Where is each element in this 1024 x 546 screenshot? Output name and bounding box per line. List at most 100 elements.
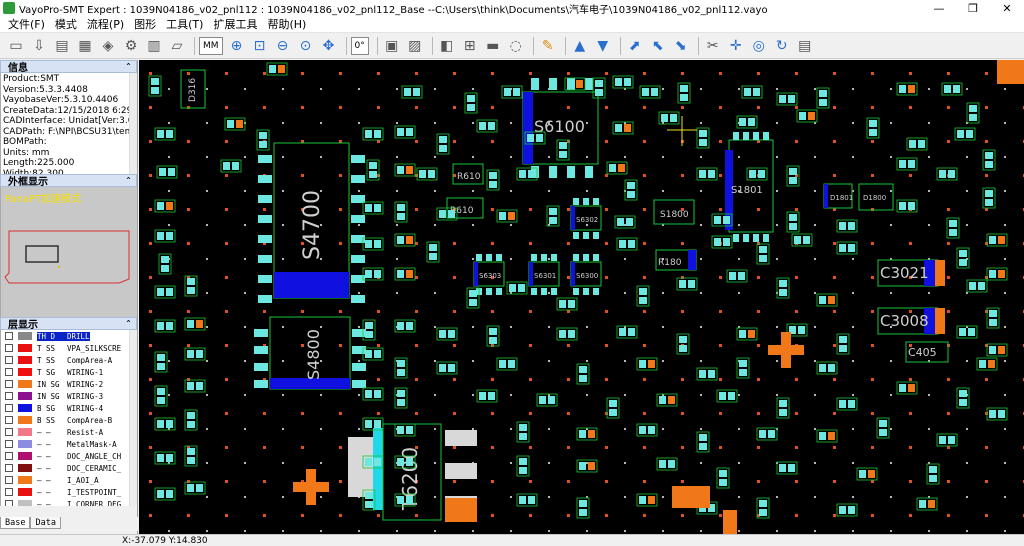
layer-row[interactable]: T SG WIRING-1	[1, 366, 137, 378]
folder-icon[interactable]: ▱	[167, 36, 187, 56]
open-icon[interactable]: ▭	[6, 36, 26, 56]
layer-row[interactable]: T SS VPA_SILKSCRE	[1, 342, 137, 354]
menu-mode[interactable]: 模式	[50, 16, 82, 32]
refresh-icon[interactable]: ↻	[772, 36, 792, 56]
rotation-select[interactable]: 0°	[350, 36, 369, 55]
layer-visibility-checkbox[interactable]	[5, 464, 13, 472]
layer-row[interactable]: — — DOC_CERAMIC_	[1, 462, 137, 474]
collapse-icon[interactable]: ⌃	[123, 318, 134, 329]
target-icon[interactable]: ◎	[749, 36, 769, 56]
layer-color-swatch[interactable]	[18, 428, 32, 436]
layer-visibility-checkbox[interactable]	[5, 452, 13, 460]
layer-row[interactable]: — — I_TESTPOINT_	[1, 486, 137, 498]
layer-visibility-checkbox[interactable]	[5, 476, 13, 484]
toolbar-separator	[532, 36, 534, 55]
layer-row[interactable]: — — I_AOI_A	[1, 474, 137, 486]
collapse-icon[interactable]: ⌃	[123, 175, 134, 186]
layer-visibility-checkbox[interactable]	[5, 428, 13, 436]
layer-color-swatch[interactable]	[18, 488, 32, 496]
zoom-out-icon[interactable]: ⊖	[273, 36, 293, 56]
layer-visibility-checkbox[interactable]	[5, 488, 13, 496]
layer-color-swatch[interactable]	[18, 380, 32, 388]
layer-visibility-checkbox[interactable]	[5, 416, 13, 424]
layer-color-swatch[interactable]	[18, 416, 32, 424]
layer-scrollbar[interactable]	[129, 330, 137, 506]
outline-preview[interactable]: PanaPT加速模式	[0, 187, 137, 317]
export-2-icon[interactable]: ⬉	[648, 36, 668, 56]
pad	[527, 134, 534, 142]
layer-color-swatch[interactable]	[18, 344, 32, 352]
pcb-stack-icon[interactable]: ◈	[98, 36, 118, 56]
menu-process[interactable]: 流程(P)	[82, 16, 129, 32]
arrow-down-icon[interactable]: ▼	[593, 36, 613, 56]
layer-visibility-checkbox[interactable]	[5, 404, 13, 412]
layer-row[interactable]: B SS CompArea-B	[1, 414, 137, 426]
menu-extension-tools[interactable]: 扩展工具	[208, 16, 262, 32]
minimize-button[interactable]: —	[922, 0, 956, 16]
layer-row[interactable]: — — DOC_ANGLE_CH	[1, 450, 137, 462]
layer-color-swatch[interactable]	[18, 356, 32, 364]
layer-color-swatch[interactable]	[18, 368, 32, 376]
close-button[interactable]: ✕	[990, 0, 1024, 16]
layer-color-swatch[interactable]	[18, 476, 32, 484]
layer-visibility-checkbox[interactable]	[5, 500, 13, 506]
layer-color-swatch[interactable]	[18, 392, 32, 400]
layer-row[interactable]: IN SG WIRING-2	[1, 378, 137, 390]
align-icon[interactable]: ⊞	[460, 36, 480, 56]
layer-color-swatch[interactable]	[18, 464, 32, 472]
maximize-button[interactable]: ❐	[956, 0, 990, 16]
layer-visibility-checkbox[interactable]	[5, 344, 13, 352]
info-scrollbar[interactable]	[129, 73, 137, 174]
layer-row[interactable]: TH D DRILL	[1, 330, 137, 342]
menu-tools[interactable]: 工具(T)	[161, 16, 208, 32]
panel-icon[interactable]: ▤	[795, 36, 815, 56]
layer-color-swatch[interactable]	[18, 404, 32, 412]
bom-icon[interactable]: ▤	[52, 36, 72, 56]
layer-visibility-checkbox[interactable]	[5, 392, 13, 400]
library-icon[interactable]: ▥	[144, 36, 164, 56]
layer-row[interactable]: T SS CompArea-A	[1, 354, 137, 366]
units-select[interactable]: MM	[199, 36, 223, 55]
pen-icon[interactable]: ✎	[538, 36, 558, 56]
zoom-in-icon[interactable]: ⊕	[227, 36, 247, 56]
layer-visibility-checkbox[interactable]	[5, 380, 13, 388]
tab-base[interactable]: Base	[0, 517, 31, 529]
menu-file[interactable]: 文件(F)	[3, 16, 50, 32]
cad-bom-icon[interactable]: ▦	[75, 36, 95, 56]
arrow-up-icon[interactable]: ▲	[570, 36, 590, 56]
layer-icon[interactable]: ◧	[437, 36, 457, 56]
pcb-drawing[interactable]: S4700S4800T6200S6100S6302S6303 S6301 S6300…	[139, 60, 1024, 534]
board-icon[interactable]: ▣	[382, 36, 402, 56]
component-icon[interactable]: ▬	[483, 36, 503, 56]
layer-visibility-checkbox[interactable]	[5, 368, 13, 376]
menu-help[interactable]: 帮助(H)	[262, 16, 311, 32]
pcb-canvas[interactable]: S4700 S4800 T6200 S6100 S6302 S6303 S6301 S6300…	[139, 60, 1024, 534]
tab-data[interactable]: Data	[30, 517, 61, 529]
layer-color-swatch[interactable]	[18, 332, 32, 340]
pad	[166, 288, 173, 296]
pan-icon[interactable]: ✥	[319, 36, 339, 56]
layer-color-swatch[interactable]	[18, 440, 32, 448]
zoom-window-icon[interactable]: ⊡	[250, 36, 270, 56]
layer-color-swatch[interactable]	[18, 452, 32, 460]
gear-icon[interactable]: ⚙	[121, 36, 141, 56]
layer-color-swatch[interactable]	[18, 500, 32, 506]
layer-row[interactable]: B SG WIRING-4	[1, 402, 137, 414]
layer-row[interactable]: — — Resist-A	[1, 426, 137, 438]
layer-row[interactable]: — — MetalMask-A	[1, 438, 137, 450]
lightbulb-icon[interactable]: ◌	[506, 36, 526, 56]
menu-graphics[interactable]: 图形	[129, 16, 161, 32]
layer-visibility-checkbox[interactable]	[5, 332, 13, 340]
layer-visibility-checkbox[interactable]	[5, 440, 13, 448]
export-3-icon[interactable]: ⬊	[671, 36, 691, 56]
board-edit-icon[interactable]: ▨	[405, 36, 425, 56]
center-icon[interactable]: ✛	[726, 36, 746, 56]
collapse-icon[interactable]: ⌃	[123, 61, 134, 72]
layer-row[interactable]: IN SG WIRING-3	[1, 390, 137, 402]
import-icon[interactable]: ⇩	[29, 36, 49, 56]
export-icon[interactable]: ⬈	[625, 36, 645, 56]
zoom-fit-icon[interactable]: ⊙	[296, 36, 316, 56]
pliers-icon[interactable]: ✂	[703, 36, 723, 56]
layer-row[interactable]: — — I_CORNER_DEG	[1, 498, 137, 506]
layer-visibility-checkbox[interactable]	[5, 356, 13, 364]
